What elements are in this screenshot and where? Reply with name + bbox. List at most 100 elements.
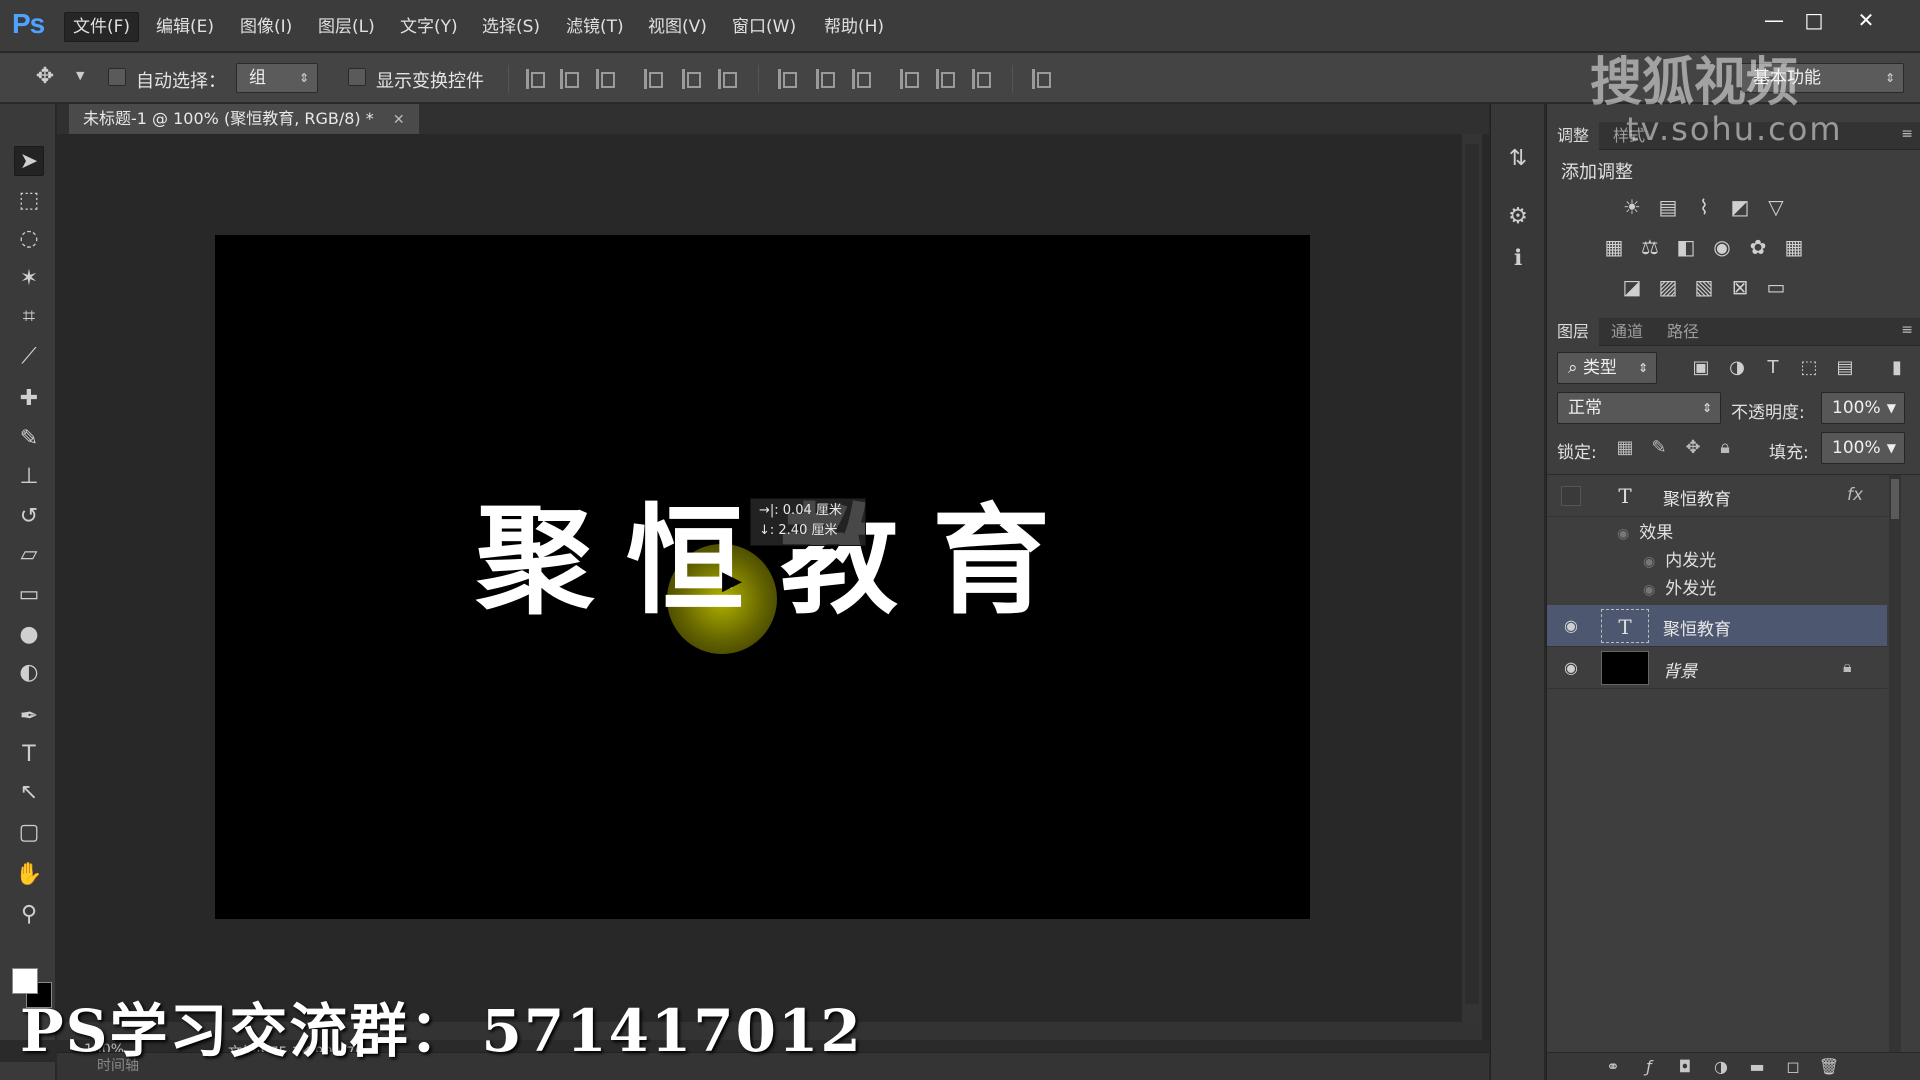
new-layer-icon[interactable]: ◻	[1781, 1055, 1805, 1079]
type-filter-icon[interactable]: T	[1761, 356, 1785, 380]
auto-select-checkbox[interactable]	[108, 68, 126, 86]
effect-row-inner-glow[interactable]: ◉ 内发光	[1643, 547, 1716, 575]
show-transform-checkbox[interactable]	[348, 68, 366, 86]
close-window-button[interactable]: ✕	[1846, 6, 1886, 34]
menu-view[interactable]: 视图(V)	[640, 14, 715, 40]
blend-mode-dropdown[interactable]: 正常 ⇕	[1557, 392, 1721, 424]
hand-tool-icon[interactable]: ✋	[14, 860, 44, 890]
fx-icon[interactable]: fx	[1847, 485, 1863, 505]
brightness-icon[interactable]: ☀	[1619, 194, 1645, 220]
distribute-hcenter-icon[interactable]	[936, 69, 956, 89]
photo-filter-icon[interactable]: ◉	[1709, 234, 1735, 260]
shape-tool-icon[interactable]: ▢	[14, 818, 44, 848]
layer-row[interactable]: ◉ 背景 🔒︎	[1547, 647, 1887, 689]
tab-channels[interactable]: 通道	[1601, 318, 1653, 346]
menu-window[interactable]: 窗口(W)	[724, 14, 804, 40]
channel-mixer-icon[interactable]: ✿	[1745, 234, 1771, 260]
layers-scrollbar[interactable]	[1889, 475, 1901, 1055]
move-tool-preset-icon[interactable]: ✥	[30, 62, 60, 92]
dodge-tool-icon[interactable]: ◐	[14, 658, 44, 688]
curves-icon[interactable]: ⌇	[1691, 194, 1717, 220]
distribute-left-icon[interactable]	[900, 69, 920, 89]
history-brush-icon[interactable]: ↺	[14, 502, 44, 532]
layer-row[interactable]: ◉ T 聚恒教育	[1547, 605, 1887, 647]
opacity-field[interactable]: 100% ▼	[1821, 392, 1905, 424]
crop-tool-icon[interactable]: ⌗	[14, 302, 44, 332]
menu-help[interactable]: 帮助(H)	[816, 14, 892, 40]
healing-brush-icon[interactable]: ✚	[14, 384, 44, 414]
new-adjustment-icon[interactable]: ◑	[1709, 1055, 1733, 1079]
eye-icon[interactable]: ◉	[1643, 582, 1655, 598]
eye-icon[interactable]: ◉	[1561, 616, 1581, 636]
menu-image[interactable]: 图像(I)	[232, 14, 300, 40]
smart-object-filter-icon[interactable]: ▤	[1833, 356, 1857, 380]
auto-align-icon[interactable]	[1032, 69, 1052, 89]
magic-wand-icon[interactable]: ✶	[14, 264, 44, 294]
new-group-icon[interactable]: ▬	[1745, 1055, 1769, 1079]
properties-panel-icon[interactable]: ⚙	[1503, 202, 1533, 232]
eyedropper-icon[interactable]: ⟋	[14, 342, 44, 372]
gradient-tool-icon[interactable]: ▭	[14, 580, 44, 610]
panel-menu-icon[interactable]: ≡	[1901, 126, 1913, 142]
distribute-vcenter-icon[interactable]	[816, 69, 836, 89]
align-vcenter-icon[interactable]	[560, 69, 580, 89]
selective-color-icon[interactable]: ⊠	[1727, 274, 1753, 300]
lock-all-icon[interactable]: 🔒︎	[1713, 436, 1737, 460]
effects-group-row[interactable]: ◉ 效果	[1617, 519, 1673, 547]
clone-stamp-icon[interactable]: ⊥	[14, 462, 44, 492]
history-panel-icon[interactable]: ⇅	[1503, 144, 1533, 174]
layer-filter-dropdown[interactable]: ⌕ 类型 ⇕	[1557, 352, 1657, 384]
lock-position-icon[interactable]: ✥	[1681, 436, 1705, 460]
add-mask-icon[interactable]: ◘	[1673, 1055, 1697, 1079]
shape-filter-icon[interactable]: ⬚	[1797, 356, 1821, 380]
link-layers-icon[interactable]: ⚭	[1601, 1055, 1625, 1079]
threshold-icon[interactable]: ▧	[1691, 274, 1717, 300]
type-tool-icon[interactable]: T	[14, 740, 44, 770]
color-lookup-icon[interactable]: ▦	[1781, 234, 1807, 260]
exposure-icon[interactable]: ◩	[1727, 194, 1753, 220]
auto-select-dropdown[interactable]: 组 ⇕	[236, 63, 318, 93]
distribute-bottom-icon[interactable]	[852, 69, 872, 89]
chevron-down-icon[interactable]: ▼	[76, 69, 84, 82]
lock-pixels-icon[interactable]: ✎	[1647, 436, 1671, 460]
scrollbar-thumb[interactable]	[1891, 479, 1899, 519]
align-left-icon[interactable]	[644, 69, 664, 89]
distribute-right-icon[interactable]	[972, 69, 992, 89]
marquee-tool-icon[interactable]: ⬚	[14, 186, 44, 216]
black-white-icon[interactable]: ◧	[1673, 234, 1699, 260]
document-tab[interactable]: 未标题-1 @ 100% (聚恒教育, RGB/8) * ✕	[69, 104, 419, 134]
posterize-icon[interactable]: ▨	[1655, 274, 1681, 300]
eraser-tool-icon[interactable]: ▱	[14, 540, 44, 570]
scrollbar-thumb[interactable]	[1465, 144, 1479, 1004]
align-right-icon[interactable]	[718, 69, 738, 89]
lock-transparent-icon[interactable]: ▦	[1613, 436, 1637, 460]
align-bottom-icon[interactable]	[596, 69, 616, 89]
tab-layers[interactable]: 图层	[1547, 318, 1600, 346]
brush-tool-icon[interactable]: ✎	[14, 424, 44, 454]
menu-layer[interactable]: 图层(L)	[310, 14, 383, 40]
hue-saturation-icon[interactable]: ▦	[1601, 234, 1627, 260]
pen-tool-icon[interactable]: ✒	[14, 702, 44, 732]
fx-menu-icon[interactable]: ƒ	[1637, 1055, 1661, 1079]
menu-file[interactable]: 文件(F)	[64, 12, 140, 42]
tab-paths[interactable]: 路径	[1657, 318, 1709, 346]
move-tool-icon[interactable]: ➤	[14, 146, 44, 176]
zoom-tool-icon[interactable]: ⚲	[14, 900, 44, 930]
adjustment-filter-icon[interactable]: ◑	[1725, 356, 1749, 380]
gradient-map-icon[interactable]: ▭	[1763, 274, 1789, 300]
fill-field[interactable]: 100% ▼	[1821, 432, 1905, 464]
vibrance-icon[interactable]: ▽	[1763, 194, 1789, 220]
align-top-icon[interactable]	[526, 69, 546, 89]
eye-icon[interactable]: ◉	[1561, 658, 1581, 678]
panel-menu-icon[interactable]: ≡	[1901, 322, 1913, 338]
minimize-button[interactable]: —	[1754, 6, 1794, 34]
info-icon[interactable]: ℹ	[1503, 244, 1533, 274]
visibility-toggle[interactable]	[1561, 486, 1581, 506]
lasso-tool-icon[interactable]: ◌	[14, 224, 44, 254]
invert-icon[interactable]: ◪	[1619, 274, 1645, 300]
pixel-filter-icon[interactable]: ▣	[1689, 356, 1713, 380]
maximize-button[interactable]: □	[1794, 6, 1834, 34]
layer-row[interactable]: T 聚恒教育 fx	[1547, 475, 1887, 517]
eye-icon[interactable]: ◉	[1643, 554, 1655, 570]
close-icon[interactable]: ✕	[393, 112, 405, 128]
